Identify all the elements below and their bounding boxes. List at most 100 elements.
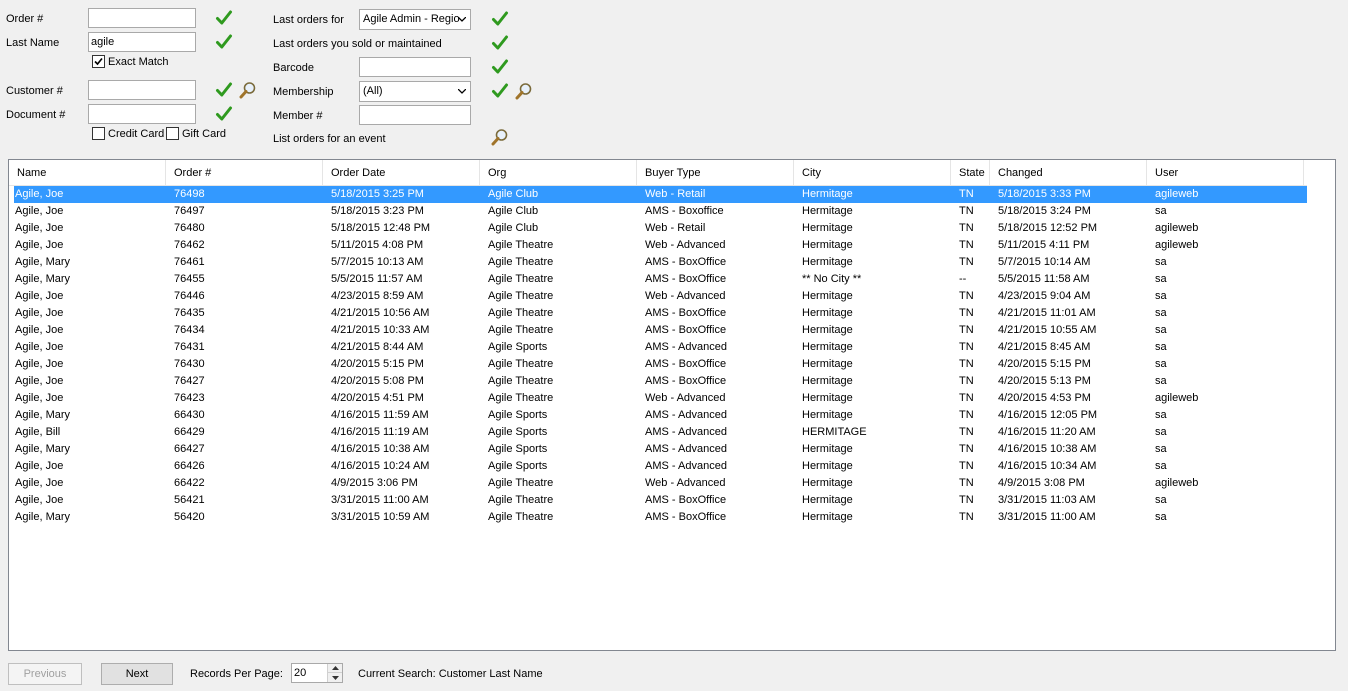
table-row[interactable]: Agile, Joe 76462 5/11/2015 4:08 PM Agile Th…	[14, 237, 1307, 254]
orders-grid[interactable]: Name Order # Order Date Org Buyer Type City St…	[8, 159, 1336, 651]
cell-city: Hermitage	[802, 375, 853, 387]
cell-org: Agile Theatre	[488, 307, 554, 319]
cell-order-number: 76434	[174, 324, 205, 336]
check-icon[interactable]	[491, 82, 509, 100]
document-number-label: Document #	[6, 109, 66, 121]
cell-name: Agile, Joe	[15, 324, 64, 336]
table-row[interactable]: Agile, Joe 76423 4/20/2015 4:51 PM Agile Th…	[14, 390, 1307, 407]
cell-order-date: 4/16/2015 11:19 AM	[331, 426, 429, 438]
document-number-input[interactable]	[88, 104, 196, 124]
table-row[interactable]: Agile, Bill 66429 4/16/2015 11:19 AM Agile …	[14, 424, 1307, 441]
table-row[interactable]: Agile, Joe 66426 4/16/2015 10:24 AM Agile S…	[14, 458, 1307, 475]
check-icon[interactable]	[491, 34, 509, 52]
cell-changed: 5/7/2015 10:14 AM	[998, 256, 1091, 268]
cell-order-number: 56420	[174, 511, 205, 523]
cell-order-date: 4/16/2015 10:24 AM	[331, 460, 430, 472]
cell-city: Hermitage	[802, 460, 853, 472]
last-orders-for-select[interactable]: Agile Admin - Regio	[359, 9, 471, 30]
column-header-user[interactable]: User	[1147, 160, 1304, 186]
cell-city: Hermitage	[802, 358, 853, 370]
cell-org: Agile Theatre	[488, 375, 554, 387]
column-header-org[interactable]: Org	[480, 160, 637, 186]
cell-state: TN	[959, 324, 974, 336]
next-button[interactable]: Next	[101, 663, 173, 685]
check-icon[interactable]	[215, 33, 233, 51]
magnifier-icon[interactable]	[491, 128, 509, 146]
cell-name: Agile, Joe	[15, 239, 64, 251]
cell-org: Agile Theatre	[488, 511, 554, 523]
table-row[interactable]: Agile, Mary 66427 4/16/2015 10:38 AM Agile …	[14, 441, 1307, 458]
column-header-order-number[interactable]: Order #	[166, 160, 323, 186]
cell-changed: 4/16/2015 10:34 AM	[998, 460, 1097, 472]
cell-user: sa	[1155, 273, 1167, 285]
cell-buyer-type: AMS - BoxOffice	[645, 358, 727, 370]
barcode-input[interactable]	[359, 57, 471, 77]
cell-changed: 5/18/2015 3:33 PM	[998, 188, 1091, 200]
last-name-input[interactable]: agile	[88, 32, 196, 52]
check-icon[interactable]	[491, 10, 509, 28]
membership-select[interactable]: (All)	[359, 81, 471, 102]
table-row[interactable]: Agile, Mary 56420 3/31/2015 10:59 AM Agile …	[14, 509, 1307, 526]
table-row[interactable]: Agile, Joe 76446 4/23/2015 8:59 AM Agile Th…	[14, 288, 1307, 305]
cell-buyer-type: AMS - Advanced	[645, 426, 727, 438]
cell-order-date: 5/7/2015 10:13 AM	[331, 256, 424, 268]
table-row[interactable]: Agile, Joe 76430 4/20/2015 5:15 PM Agile Th…	[14, 356, 1307, 373]
chevron-down-icon	[454, 10, 470, 29]
cell-buyer-type: Web - Advanced	[645, 290, 726, 302]
cell-changed: 4/23/2015 9:04 AM	[998, 290, 1091, 302]
credit-card-checkbox[interactable]	[92, 127, 105, 140]
cell-org: Agile Sports	[488, 341, 548, 353]
table-row[interactable]: Agile, Mary 76461 5/7/2015 10:13 AM Agile T…	[14, 254, 1307, 271]
barcode-label: Barcode	[273, 62, 314, 74]
column-header-name[interactable]: Name	[9, 160, 166, 186]
table-row[interactable]: Agile, Joe 76434 4/21/2015 10:33 AM Agile T…	[14, 322, 1307, 339]
cell-state: TN	[959, 205, 974, 217]
order-number-input[interactable]	[88, 8, 196, 28]
magnifier-icon[interactable]	[515, 82, 533, 100]
check-icon[interactable]	[215, 9, 233, 27]
table-row[interactable]: Agile, Joe 76435 4/21/2015 10:56 AM Agile T…	[14, 305, 1307, 322]
table-row[interactable]: Agile, Joe 76480 5/18/2015 12:48 PM Agile C…	[14, 220, 1307, 237]
cell-city: Hermitage	[802, 222, 853, 234]
table-row[interactable]: Agile, Joe 66422 4/9/2015 3:06 PM Agile The…	[14, 475, 1307, 492]
column-header-buyer-type[interactable]: Buyer Type	[637, 160, 794, 186]
cell-org: Agile Club	[488, 188, 539, 200]
table-row[interactable]: Agile, Joe 56421 3/31/2015 11:00 AM Agile T…	[14, 492, 1307, 509]
cell-changed: 4/21/2015 10:55 AM	[998, 324, 1097, 336]
magnifier-icon[interactable]	[239, 81, 257, 99]
cell-org: Agile Theatre	[488, 358, 554, 370]
table-row[interactable]: Agile, Joe 76427 4/20/2015 5:08 PM Agile Th…	[14, 373, 1307, 390]
table-row[interactable]: Agile, Joe 76431 4/21/2015 8:44 AM Agile Sp…	[14, 339, 1307, 356]
records-per-page-stepper[interactable]: 20	[291, 663, 343, 683]
cell-user: sa	[1155, 324, 1167, 336]
check-icon[interactable]	[491, 58, 509, 76]
gift-card-checkbox[interactable]	[166, 127, 179, 140]
table-row[interactable]: Agile, Mary 66430 4/16/2015 11:59 AM Agile …	[14, 407, 1307, 424]
cell-state: TN	[959, 358, 974, 370]
cell-org: Agile Club	[488, 205, 539, 217]
customer-number-input[interactable]	[88, 80, 196, 100]
exact-match-checkbox[interactable]	[92, 55, 105, 68]
check-icon[interactable]	[215, 105, 233, 123]
chevron-down-icon[interactable]	[328, 673, 342, 682]
previous-button[interactable]: Previous	[8, 663, 82, 685]
cell-order-number: 76430	[174, 358, 205, 370]
member-number-input[interactable]	[359, 105, 471, 125]
column-header-order-date[interactable]: Order Date	[323, 160, 480, 186]
column-header-state[interactable]: State	[951, 160, 990, 186]
cell-buyer-type: AMS - Advanced	[645, 341, 727, 353]
table-row[interactable]: Agile, Joe 76498 5/18/2015 3:25 PM Agile Cl…	[14, 186, 1307, 203]
cell-state: TN	[959, 443, 974, 455]
cell-org: Agile Theatre	[488, 256, 554, 268]
cell-buyer-type: AMS - BoxOffice	[645, 324, 727, 336]
chevron-up-icon[interactable]	[328, 664, 342, 673]
table-row[interactable]: Agile, Joe 76497 5/18/2015 3:23 PM Agile Cl…	[14, 203, 1307, 220]
column-header-city[interactable]: City	[794, 160, 951, 186]
column-header-changed[interactable]: Changed	[990, 160, 1147, 186]
cell-order-number: 66429	[174, 426, 205, 438]
cell-order-number: 76461	[174, 256, 205, 268]
table-row[interactable]: Agile, Mary 76455 5/5/2015 11:57 AM Agile T…	[14, 271, 1307, 288]
cell-order-number: 76497	[174, 205, 205, 217]
cell-city: Hermitage	[802, 477, 853, 489]
check-icon[interactable]	[215, 81, 233, 99]
